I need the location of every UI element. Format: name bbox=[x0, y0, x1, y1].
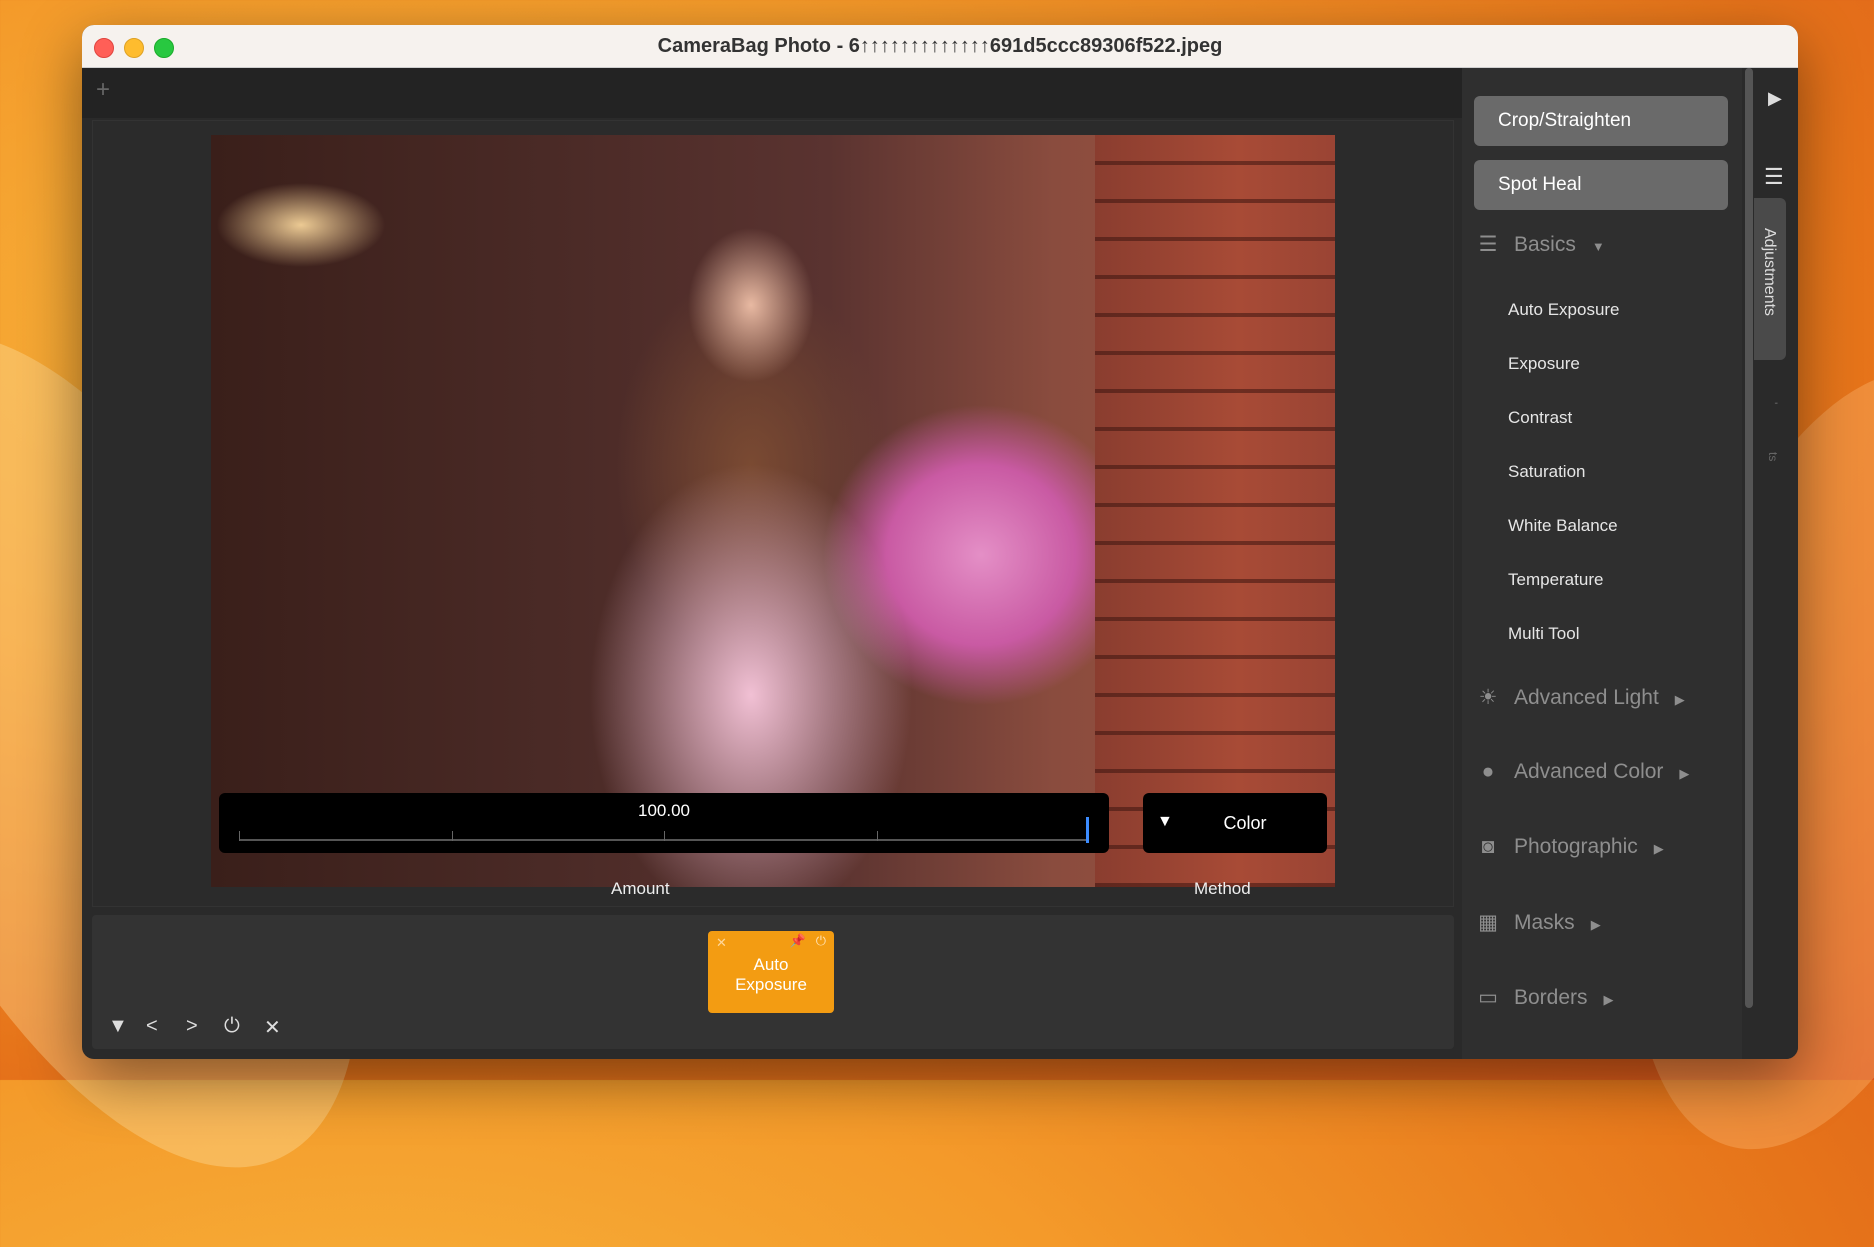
amount-value: 100.00 bbox=[638, 801, 690, 820]
adj-item-exposure[interactable]: Exposure bbox=[1508, 354, 1580, 374]
adjustments-sidebar: Crop/Straighten Spot Heal ☰ Basics ▼ Auto … bbox=[1462, 68, 1752, 1059]
tab-bar: + bbox=[82, 68, 1462, 118]
tab-adjustments-label: Adjustments bbox=[1761, 228, 1778, 317]
play-icon[interactable]: ▶ bbox=[1768, 88, 1782, 109]
photo-brick-wall bbox=[1095, 135, 1335, 887]
checker-icon: ▦ bbox=[1478, 911, 1498, 934]
adjustment-tray: ✕ 📌 ⏻ Auto Exposure ▼ < > ⏻ ✕ bbox=[92, 915, 1454, 1049]
slider-tick bbox=[876, 831, 878, 841]
canvas-area: 100.00 ▼ Color bbox=[92, 120, 1454, 907]
close-icon[interactable]: ✕ bbox=[264, 1015, 281, 1040]
collapse-icon[interactable]: ▼ bbox=[108, 1015, 128, 1038]
menu-icon[interactable]: ☰ bbox=[1764, 164, 1784, 190]
adj-item-contrast[interactable]: Contrast bbox=[1508, 408, 1572, 428]
chip-label-line: Auto bbox=[753, 955, 789, 974]
color-circles-icon: ● bbox=[1481, 760, 1495, 783]
chevron-right-icon: ▶ bbox=[1590, 917, 1601, 932]
strip-tab-small[interactable]: ' bbox=[1766, 402, 1780, 404]
border-icon: ▭ bbox=[1478, 986, 1498, 1009]
amount-slider-thumb[interactable] bbox=[1086, 817, 1089, 843]
adj-item-white-balance[interactable]: White Balance bbox=[1508, 516, 1618, 536]
sidebar-scrollbar[interactable] bbox=[1742, 68, 1754, 1059]
amount-slider[interactable]: 100.00 bbox=[219, 793, 1109, 853]
chevron-right-icon: ▶ bbox=[1653, 841, 1664, 856]
tab-adjustments[interactable]: Adjustments bbox=[1754, 198, 1786, 360]
adj-item-auto-exposure[interactable]: Auto Exposure bbox=[1508, 300, 1620, 320]
chevron-right-icon: ▶ bbox=[1603, 992, 1614, 1007]
section-label: Basics bbox=[1514, 233, 1576, 256]
pin-icon[interactable]: 📌 bbox=[790, 933, 806, 949]
adj-item-saturation[interactable]: Saturation bbox=[1508, 462, 1586, 482]
section-label: Borders bbox=[1514, 986, 1588, 1009]
amount-slider-track[interactable] bbox=[239, 831, 1089, 841]
close-icon[interactable]: ✕ bbox=[716, 935, 727, 951]
section-photographic[interactable]: ◙ Photographic ▶ bbox=[1476, 835, 1664, 859]
strip-tab-small[interactable]: ts bbox=[1766, 452, 1780, 461]
photo-preview[interactable] bbox=[211, 135, 1335, 887]
section-borders[interactable]: ▭ Borders ▶ bbox=[1476, 985, 1614, 1010]
section-label: Photographic bbox=[1514, 835, 1638, 858]
section-basics[interactable]: ☰ Basics ▼ bbox=[1476, 232, 1605, 257]
slider-tick bbox=[664, 831, 665, 841]
section-label: Advanced Light bbox=[1514, 686, 1659, 709]
window-title: CameraBag Photo - 6↑↑↑↑↑↑↑↑↑↑↑↑↑691d5ccc… bbox=[657, 35, 1223, 57]
chevron-right-icon: ▶ bbox=[1679, 766, 1690, 781]
chevron-right-icon: ▶ bbox=[1674, 692, 1685, 707]
spot-heal-button[interactable]: Spot Heal bbox=[1474, 160, 1728, 210]
add-tab-icon[interactable]: + bbox=[96, 76, 110, 104]
crop-straighten-button[interactable]: Crop/Straighten bbox=[1474, 96, 1728, 146]
adj-item-multi-tool[interactable]: Multi Tool bbox=[1508, 624, 1580, 644]
adj-item-temperature[interactable]: Temperature bbox=[1508, 570, 1603, 590]
section-masks[interactable]: ▦ Masks ▶ bbox=[1476, 910, 1601, 935]
section-label: Masks bbox=[1514, 911, 1575, 934]
section-advanced-color[interactable]: ● Advanced Color ▶ bbox=[1476, 760, 1690, 784]
method-dropdown[interactable]: ▼ Color bbox=[1143, 793, 1327, 853]
sliders-icon: ☰ bbox=[1478, 233, 1498, 256]
chip-label: Auto Exposure bbox=[708, 955, 834, 995]
sun-icon: ☀ bbox=[1478, 686, 1498, 709]
auto-exposure-chip[interactable]: ✕ 📌 ⏻ Auto Exposure bbox=[708, 931, 834, 1013]
chevron-down-icon: ▼ bbox=[1591, 239, 1605, 254]
previous-icon[interactable]: < bbox=[146, 1015, 158, 1038]
amount-label: Amount bbox=[611, 879, 670, 898]
slider-tick bbox=[239, 831, 240, 841]
method-label: Method bbox=[1194, 879, 1251, 898]
chip-label-line: Exposure bbox=[735, 975, 807, 994]
power-icon[interactable]: ⏻ bbox=[224, 1015, 240, 1038]
side-strip: ▶ ☰ Adjustments ' ts bbox=[1754, 68, 1798, 1059]
scrollbar-thumb[interactable] bbox=[1745, 68, 1753, 1008]
app-window: CameraBag Photo - 6↑↑↑↑↑↑↑↑↑↑↑↑↑691d5ccc… bbox=[82, 25, 1798, 1059]
camera-icon: ◙ bbox=[1481, 835, 1495, 858]
power-icon[interactable]: ⏻ bbox=[816, 933, 826, 949]
next-icon[interactable]: > bbox=[186, 1015, 198, 1038]
slider-tick bbox=[451, 831, 453, 841]
section-advanced-light[interactable]: ☀ Advanced Light ▶ bbox=[1476, 685, 1685, 710]
title-bar: CameraBag Photo - 6↑↑↑↑↑↑↑↑↑↑↑↑↑691d5ccc… bbox=[82, 25, 1798, 68]
section-label: Advanced Color bbox=[1514, 760, 1664, 783]
method-value: Color bbox=[1223, 813, 1267, 833]
